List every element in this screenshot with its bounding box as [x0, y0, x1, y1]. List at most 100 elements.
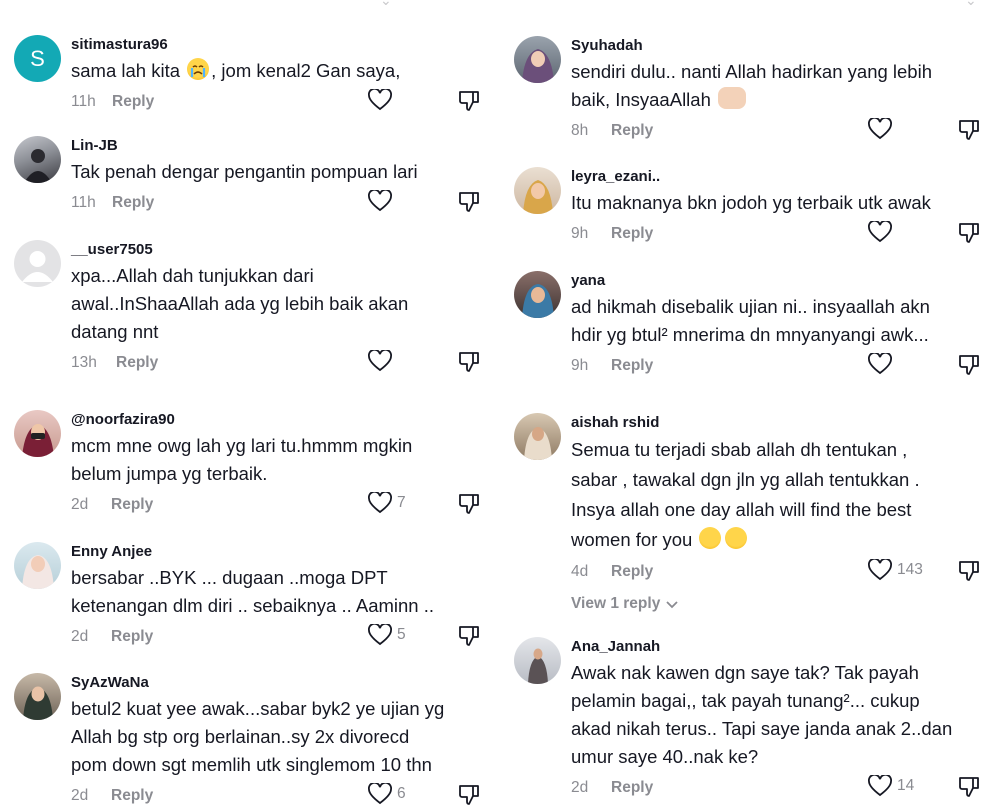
dislike-button[interactable]	[958, 221, 982, 250]
like-button[interactable]	[868, 118, 892, 140]
comment-time: 2d	[71, 787, 89, 804]
comment-text: Itu maknanya bkn jodoh yg terbaik utk aw…	[571, 189, 1000, 217]
like-button[interactable]: 7	[368, 492, 406, 514]
avatar[interactable]	[514, 167, 561, 214]
dislike-button[interactable]	[958, 118, 982, 147]
reply-button[interactable]: Reply	[611, 779, 653, 797]
smiling-face-emoji-icon	[699, 527, 722, 549]
heart-icon	[368, 190, 392, 212]
comment-time: 2d	[71, 496, 89, 513]
username[interactable]: aishah rshid	[571, 413, 1000, 433]
username[interactable]: SyAzWaNa	[71, 673, 500, 693]
like-count: 143	[897, 561, 923, 578]
username[interactable]: leyra_ezani..	[571, 167, 1000, 187]
username[interactable]: sitimastura96	[71, 35, 500, 55]
avatar[interactable]	[514, 36, 561, 83]
comment-line: sendiri dulu.. nanti Allah hadirkan yang…	[571, 61, 932, 82]
reply-button[interactable]: Reply	[611, 357, 653, 375]
heart-icon	[368, 492, 392, 514]
like-count: 7	[397, 494, 406, 511]
avatar[interactable]	[14, 136, 61, 183]
like-button[interactable]: 14	[868, 775, 914, 797]
like-button[interactable]: 143	[868, 559, 923, 581]
avatar[interactable]	[14, 673, 61, 720]
dislike-button[interactable]	[458, 492, 482, 521]
comment-time: 11h	[71, 194, 96, 211]
avatar[interactable]	[514, 413, 561, 460]
view-replies-label: View 1 reply	[571, 595, 661, 612]
comment-text: bersabar ..BYK ... dugaan ..moga DPT ket…	[71, 564, 500, 620]
dislike-button[interactable]	[458, 89, 482, 118]
crying-face-emoji-icon	[187, 58, 210, 80]
avatar[interactable]	[14, 410, 61, 457]
username[interactable]: Ana_Jannah	[571, 637, 1000, 657]
username[interactable]: Enny Anjee	[71, 542, 500, 562]
thumbs-down-icon	[459, 626, 479, 646]
like-button[interactable]	[368, 350, 392, 372]
avatar[interactable]: S	[14, 35, 61, 82]
heart-icon	[868, 221, 892, 243]
chevron-down-icon	[666, 601, 678, 609]
comment-line: hdir yg btul² mnerima dn mnyanyangi awk.…	[571, 324, 929, 345]
reply-button[interactable]: Reply	[111, 628, 153, 646]
reply-button[interactable]: Reply	[611, 563, 653, 581]
avatar[interactable]	[14, 240, 61, 287]
like-button[interactable]: 5	[368, 624, 406, 646]
avatar[interactable]	[514, 271, 561, 318]
comment-line: baik, InsyaaAllah	[571, 89, 711, 110]
reply-button[interactable]: Reply	[112, 194, 154, 212]
username[interactable]: @noorfazira90	[71, 410, 500, 430]
comment-line: Itu maknanya bkn jodoh yg terbaik utk aw…	[571, 192, 931, 213]
comment-text: sama lah kita , jom kenal2 Gan saya,	[71, 57, 500, 85]
like-button[interactable]	[868, 221, 892, 243]
thumbs-down-icon	[959, 120, 979, 140]
like-button[interactable]: 6	[368, 783, 406, 805]
username[interactable]: Lin-JB	[71, 136, 500, 156]
comment-time: 2d	[71, 628, 89, 645]
comment-line: pelamin bagai,, tak payah tunang²... cuk…	[571, 690, 920, 711]
like-button[interactable]	[868, 353, 892, 375]
comment-line: Awak nak kawen dgn saye tak? Tak payah	[571, 662, 919, 683]
comment-line: women for you	[571, 529, 693, 550]
reply-button[interactable]: Reply	[611, 225, 653, 243]
reply-button[interactable]: Reply	[111, 496, 153, 514]
like-count: 14	[897, 777, 915, 794]
reply-button[interactable]: Reply	[111, 787, 153, 805]
comment-line: mcm mne owg lah yg lari tu.hmmm mgkin	[71, 435, 413, 456]
username[interactable]: Syuhadah	[571, 36, 1000, 56]
reply-button[interactable]: Reply	[116, 354, 158, 372]
dislike-button[interactable]	[458, 624, 482, 653]
avatar[interactable]	[514, 637, 561, 684]
view-replies-button[interactable]: View 1 reply	[571, 595, 1000, 613]
heart-icon	[868, 353, 892, 375]
comment-text: Semua tu terjadi sbab allah dh tentukan …	[571, 435, 1000, 555]
avatar[interactable]	[14, 542, 61, 589]
username[interactable]: __user7505	[71, 240, 500, 260]
reply-button[interactable]: Reply	[611, 122, 653, 140]
dislike-button[interactable]	[458, 190, 482, 219]
avatar-photo	[23, 686, 53, 720]
avatar-photo	[522, 49, 554, 83]
comment-line: akad nikah terus.. Tapi saye janda anak …	[571, 718, 953, 739]
like-count: 5	[397, 626, 406, 643]
comment-line: Allah bg stp org berlainan..sy 2x divore…	[71, 726, 410, 747]
reply-button[interactable]: Reply	[112, 93, 154, 111]
avatar-photo	[24, 149, 52, 183]
comment-time: 9h	[571, 357, 589, 374]
dislike-button[interactable]	[958, 559, 982, 588]
avatar-photo	[523, 180, 553, 214]
heart-icon	[368, 89, 392, 111]
comment-line: , jom kenal2 Gan saya,	[211, 60, 401, 81]
dislike-button[interactable]	[958, 353, 982, 382]
avatar-letter: S	[30, 45, 45, 71]
like-button[interactable]	[368, 190, 392, 212]
comment-line: umur saye 40..nak ke?	[571, 746, 759, 767]
comment-line: belum jumpa yg terbaik.	[71, 463, 268, 484]
like-button[interactable]	[368, 89, 392, 111]
comment-time: 11h	[71, 93, 96, 110]
thumbs-down-icon	[959, 355, 979, 375]
dislike-button[interactable]	[458, 350, 482, 379]
username[interactable]: yana	[571, 271, 1000, 291]
dislike-button[interactable]	[458, 783, 482, 812]
thumbs-down-icon	[959, 777, 979, 797]
